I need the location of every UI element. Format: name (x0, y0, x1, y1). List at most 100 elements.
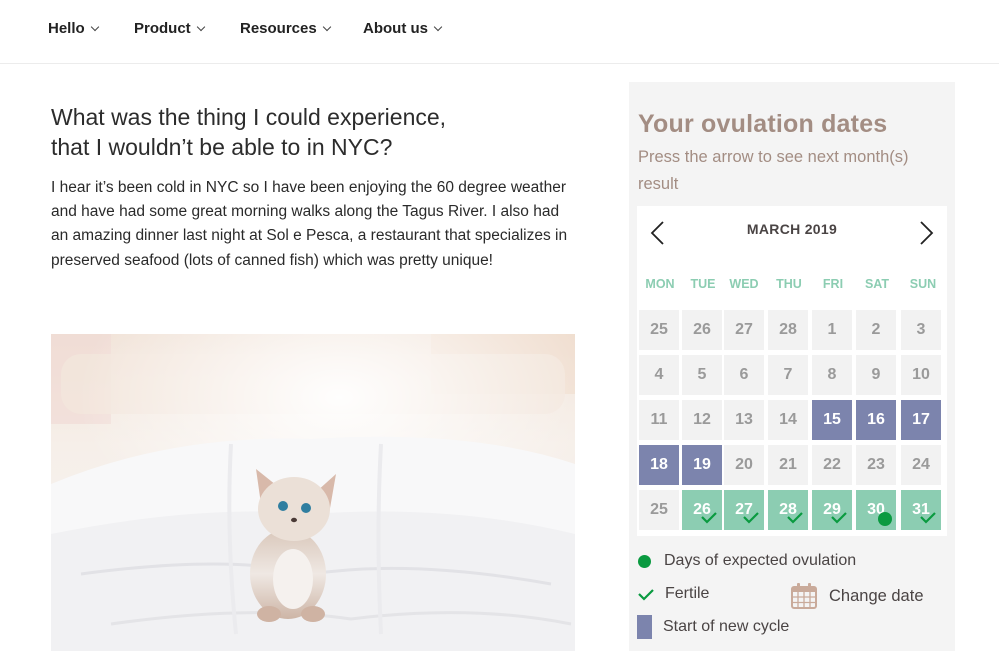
calendar-day-number: 21 (779, 456, 797, 473)
calendar-day-number: 15 (823, 411, 841, 428)
calendar-day-number: 7 (783, 366, 793, 383)
nav-item-hello[interactable]: Hello (48, 20, 99, 37)
ovulation-dot-icon (638, 554, 651, 568)
fertile-check-icon (831, 512, 847, 524)
calendar-day-number: 4 (654, 366, 664, 383)
top-navigation: Hello Product Resources About us (0, 0, 999, 64)
calendar-day-cycle[interactable]: 17 (901, 400, 941, 440)
calendar-day-number: 3 (916, 321, 926, 338)
calendar-day-fertile[interactable]: 26 (682, 490, 722, 530)
calendar-day-fertile[interactable]: 31 (901, 490, 941, 530)
calendar-day-number: 1 (827, 321, 837, 338)
calendar-day-number: 17 (912, 411, 930, 428)
calendar-day-normal[interactable]: 9 (856, 355, 896, 395)
article-title-line-1: What was the thing I could experience, (51, 104, 447, 130)
calendar-day-ovulation[interactable]: 30 (856, 490, 896, 530)
calendar-day-normal[interactable]: 6 (724, 355, 764, 395)
fertile-check-icon (701, 512, 717, 524)
calendar-day-normal[interactable]: 21 (768, 445, 808, 485)
calendar-day-other[interactable]: 28 (768, 310, 808, 350)
weekday-label: SUN (909, 277, 937, 291)
article-body: I hear it’s been cold in NYC so I have b… (51, 179, 568, 269)
calendar-day-number: 11 (650, 411, 668, 428)
calendar-day-fertile[interactable]: 29 (812, 490, 852, 530)
calendar-day-number: 2 (871, 321, 881, 338)
calendar-day-normal[interactable]: 1 (812, 310, 852, 350)
weekday-label: THU (776, 277, 802, 291)
nav-item-resources[interactable]: Resources (240, 20, 331, 37)
nav-item-label: Resources (240, 20, 317, 37)
calendar-month-label: MARCH 2019 (746, 221, 838, 237)
chevron-down-icon (196, 22, 205, 31)
calendar-day-fertile[interactable]: 28 (768, 490, 808, 530)
calendar-day-cycle[interactable]: 18 (639, 445, 679, 485)
nav-item-about-us[interactable]: About us (363, 20, 443, 37)
calendar-day-number: 5 (697, 366, 707, 383)
check-icon (638, 589, 654, 601)
calendar-day-number: 6 (739, 366, 749, 383)
widget-subtitle: Press the arrow to see next month(s) res… (638, 148, 909, 193)
weekday-header-row: MON TUE WED THU FRI SAT SUN (637, 277, 947, 293)
article-title: What was the thing I could experience, t… (51, 102, 571, 162)
change-date-button[interactable]: Change date (790, 582, 924, 610)
calendar-day-number: 20 (735, 456, 753, 473)
legend-fertile-label: Fertile (665, 585, 710, 602)
article-title-line-2: that I wouldn’t be able to in NYC? (51, 134, 393, 160)
calendar-day-number: 23 (867, 456, 885, 473)
fertile-check-icon (743, 512, 759, 524)
weekday-label: SAT (864, 277, 890, 291)
calendar-day-normal[interactable]: 13 (724, 400, 764, 440)
calendar-day-number: 27 (735, 321, 753, 338)
fertile-check-icon (920, 512, 936, 524)
calendar-day-number: 26 (693, 321, 711, 338)
calendar-day-normal[interactable]: 10 (901, 355, 941, 395)
calendar-day-normal[interactable]: 12 (682, 400, 722, 440)
kitten-photo (51, 334, 575, 651)
calendar-day-cycle[interactable]: 16 (856, 400, 896, 440)
calendar-day-number: 19 (693, 456, 711, 473)
calendar-day-other[interactable]: 27 (724, 310, 764, 350)
calendar-day-normal[interactable]: 3 (901, 310, 941, 350)
calendar-day-number: 22 (823, 456, 841, 473)
ovulation-dot-icon (878, 512, 892, 526)
calendar-day-normal[interactable]: 25 (639, 490, 679, 530)
calendar-day-other[interactable]: 26 (682, 310, 722, 350)
nav-item-label: Hello (48, 20, 85, 37)
weekday-label: MON (645, 277, 675, 291)
calendar-day-number: 14 (779, 411, 797, 428)
legend-cycle-label: Start of new cycle (663, 618, 790, 635)
nav-item-label: Product (134, 20, 191, 37)
chevron-right-icon (920, 221, 934, 245)
calendar-day-other[interactable]: 25 (639, 310, 679, 350)
calendar-day-normal[interactable]: 23 (856, 445, 896, 485)
calendar-day-normal[interactable]: 14 (768, 400, 808, 440)
legend-cycle-start: Start of new cycle (637, 615, 789, 639)
calendar-day-number: 8 (827, 366, 837, 383)
legend-ovulation: Days of expected ovulation (638, 552, 856, 570)
calendar: MARCH 2019 MON TUE WED THU FRI SAT SUN 2… (637, 206, 947, 536)
calendar-day-normal[interactable]: 11 (639, 400, 679, 440)
calendar-day-normal[interactable]: 5 (682, 355, 722, 395)
nav-item-product[interactable]: Product (134, 20, 205, 37)
calendar-day-normal[interactable]: 4 (639, 355, 679, 395)
calendar-day-cycle[interactable]: 15 (812, 400, 852, 440)
calendar-day-number: 28 (779, 321, 797, 338)
weekday-label: FRI (822, 277, 844, 291)
chevron-down-icon (322, 22, 331, 31)
chevron-down-icon (90, 22, 99, 31)
calendar-day-normal[interactable]: 20 (724, 445, 764, 485)
calendar-day-normal[interactable]: 2 (856, 310, 896, 350)
calendar-day-number: 10 (912, 366, 930, 383)
weekday-label: WED (729, 277, 759, 291)
kitten-photo-illustration (51, 334, 575, 651)
change-date-label: Change date (829, 586, 924, 605)
calendar-day-cycle[interactable]: 19 (682, 445, 722, 485)
calendar-day-number: 25 (650, 321, 668, 338)
calendar-day-normal[interactable]: 7 (768, 355, 808, 395)
calendar-day-normal[interactable]: 24 (901, 445, 941, 485)
calendar-day-normal[interactable]: 8 (812, 355, 852, 395)
next-month-button[interactable] (915, 220, 937, 246)
legend-fertile: Fertile (637, 585, 709, 603)
calendar-day-fertile[interactable]: 27 (724, 490, 764, 530)
calendar-day-normal[interactable]: 22 (812, 445, 852, 485)
